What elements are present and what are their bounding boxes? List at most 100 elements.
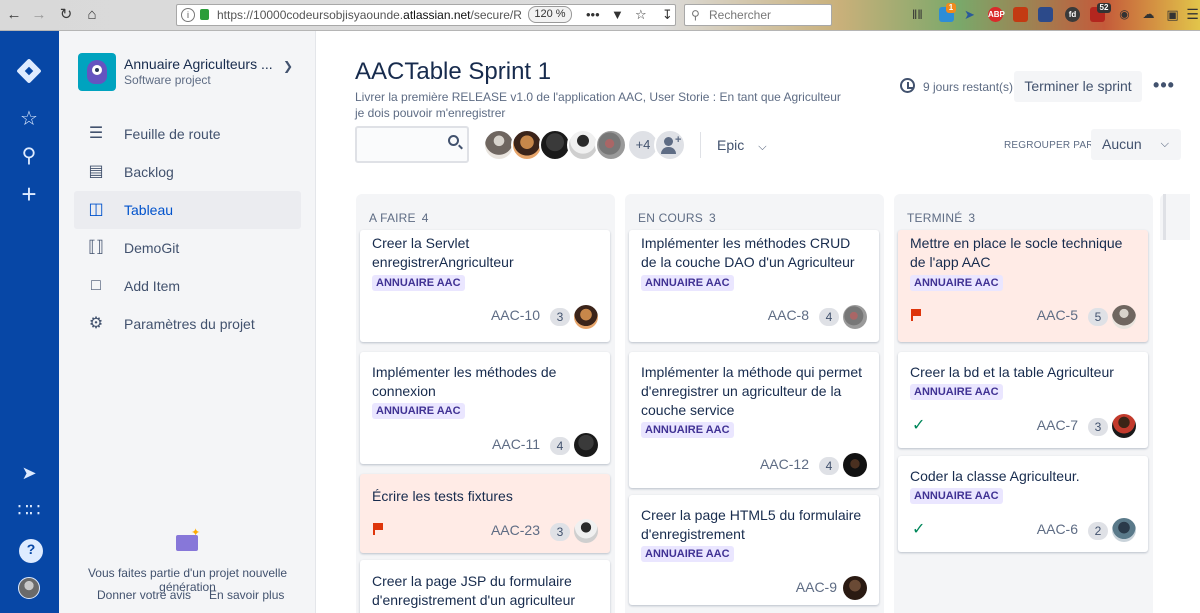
extension-icon[interactable] bbox=[1013, 7, 1028, 22]
board-column-in-progress: EN COURS 3 Implémenter les méthodes CRUD … bbox=[625, 194, 884, 613]
issue-card[interactable]: Écrire les tests fixtures AAC-23 3 bbox=[360, 474, 610, 553]
story-points-badge: 4 bbox=[819, 457, 839, 475]
issue-key[interactable]: AAC-7 bbox=[1037, 417, 1078, 433]
board-search-input[interactable] bbox=[355, 126, 469, 163]
epic-lozenge: ANNUAIRE AAC bbox=[641, 422, 734, 438]
add-item-icon: □ bbox=[91, 277, 101, 294]
extension-icon[interactable] bbox=[1038, 7, 1053, 22]
board-main: AACTable Sprint 1 Livrer la première REL… bbox=[316, 31, 1200, 613]
sidebar-item-backlog[interactable]: ▤ Backlog bbox=[74, 153, 301, 191]
story-points-badge: 4 bbox=[550, 437, 570, 455]
sidebar-item-board[interactable]: ◫ Tableau bbox=[74, 191, 301, 229]
next-column-stub bbox=[1160, 194, 1190, 240]
sidebar-item-roadmap[interactable]: ☰ Feuille de route bbox=[74, 115, 301, 153]
starred-icon[interactable]: ☆ bbox=[17, 107, 41, 131]
clock-icon bbox=[900, 78, 915, 93]
project-name: Annuaire Agriculteurs ... bbox=[124, 56, 273, 72]
epic-lozenge: ANNUAIRE AAC bbox=[910, 488, 1003, 504]
issue-key[interactable]: AAC-5 bbox=[1037, 307, 1078, 323]
sidebar-item-settings[interactable]: ⚙ Paramètres du projet bbox=[74, 305, 301, 343]
send-icon[interactable]: ➤ bbox=[962, 7, 977, 22]
browser-search-input[interactable]: ⚲ Rechercher bbox=[684, 4, 832, 26]
extension-icon[interactable]: ▣ bbox=[1165, 7, 1180, 22]
sidebar-item-add-item[interactable]: □ Add Item bbox=[74, 267, 301, 305]
browser-toolbar: ← → ↻ ⌂ i https://10000codeursobjisyaoun… bbox=[0, 0, 1200, 31]
issue-key[interactable]: AAC-11 bbox=[492, 436, 540, 452]
issue-key[interactable]: AAC-6 bbox=[1037, 521, 1078, 537]
zoom-indicator[interactable]: 120 % bbox=[528, 6, 572, 23]
issue-card[interactable]: Mettre en place le socle technique de l'… bbox=[898, 230, 1148, 342]
pocket-icon[interactable]: ▼ bbox=[611, 7, 624, 23]
issue-card[interactable]: Implémenter la méthode qui permet d'enre… bbox=[629, 352, 879, 488]
page-title: AACTable Sprint 1 bbox=[355, 58, 552, 85]
page-actions-icon[interactable]: ••• bbox=[586, 7, 600, 23]
issue-key[interactable]: AAC-23 bbox=[491, 522, 540, 538]
issue-card[interactable]: Coder la classe Agriculteur. ANNUAIRE AA… bbox=[898, 456, 1148, 552]
card-summary: Implémenter les méthodes CRUD de la couc… bbox=[641, 235, 855, 270]
issue-card[interactable]: Creer la bd et la table Agriculteur ANNU… bbox=[898, 352, 1148, 448]
extension-icon[interactable]: fd bbox=[1065, 7, 1080, 22]
sidebar-item-label: Add Item bbox=[124, 278, 181, 294]
download-icon[interactable]: ↧ bbox=[662, 7, 673, 23]
issue-key[interactable]: AAC-12 bbox=[760, 456, 809, 472]
issue-key[interactable]: AAC-8 bbox=[768, 307, 809, 323]
adblock-icon[interactable]: ABP bbox=[988, 7, 1005, 22]
issue-card[interactable]: Implémenter les méthodes de connexion AN… bbox=[360, 352, 610, 464]
sidebar-item-demogit[interactable]: ⟦⟧ DemoGit bbox=[74, 229, 301, 267]
sidebar-item-label: DemoGit bbox=[124, 240, 180, 256]
card-summary: Coder la classe Agriculteur. bbox=[910, 468, 1080, 484]
assignee-avatar bbox=[843, 453, 867, 477]
issue-card[interactable]: Implémenter les méthodes CRUD de la couc… bbox=[629, 230, 879, 342]
roadmap-icon: ☰ bbox=[88, 125, 104, 142]
url-bar[interactable]: i https://10000codeursobjisyaounde.atlas… bbox=[176, 4, 676, 26]
issue-card[interactable]: Creer la Servlet enregistrerAngriculteur… bbox=[360, 230, 610, 342]
feedback-link[interactable]: Donner votre avis bbox=[97, 588, 191, 602]
group-by-label: REGROUPER PAR bbox=[1004, 140, 1094, 151]
more-actions-button[interactable]: ••• bbox=[1152, 71, 1176, 102]
extension-icon[interactable]: ☁ bbox=[1141, 7, 1156, 22]
issue-card[interactable]: Creer la page JSP du formulaire d'enregi… bbox=[360, 560, 610, 613]
learn-more-link[interactable]: En savoir plus bbox=[209, 588, 284, 602]
bookmark-star-icon[interactable]: ☆ bbox=[635, 7, 647, 23]
extension-badge: 1 bbox=[946, 3, 956, 13]
card-summary: Implémenter les méthodes de connexion bbox=[372, 364, 557, 399]
issue-card[interactable]: Creer la page HTML5 du formulaire d'enre… bbox=[629, 495, 879, 605]
project-header[interactable]: Annuaire Agriculteurs ... Software proje… bbox=[78, 53, 298, 93]
flag-icon bbox=[910, 309, 922, 321]
whats-new-icon[interactable]: ➤ bbox=[17, 461, 41, 485]
story-points-badge: 4 bbox=[819, 308, 839, 326]
create-icon[interactable]: + bbox=[17, 181, 41, 207]
issue-key[interactable]: AAC-10 bbox=[491, 307, 540, 323]
days-remaining: 9 jours restant(s) bbox=[923, 80, 1014, 94]
card-summary: Creer la page JSP du formulaire d'enregi… bbox=[372, 573, 576, 608]
next-gen-icon bbox=[176, 526, 200, 551]
library-icon[interactable]: ‖‖ bbox=[912, 7, 923, 23]
epic-lozenge: ANNUAIRE AAC bbox=[910, 384, 1003, 400]
project-sidebar: Annuaire Agriculteurs ... Software proje… bbox=[59, 31, 316, 613]
avatar[interactable] bbox=[595, 129, 627, 161]
info-icon[interactable]: i bbox=[181, 8, 195, 22]
user-avatar[interactable] bbox=[18, 577, 40, 599]
menu-icon[interactable]: ☰ bbox=[1185, 7, 1200, 22]
epic-lozenge: ANNUAIRE AAC bbox=[372, 275, 465, 291]
forward-arrow-icon[interactable]: → bbox=[29, 5, 49, 25]
epic-filter[interactable]: Epic ⌵ bbox=[709, 131, 775, 159]
issue-key[interactable]: AAC-9 bbox=[796, 579, 837, 595]
help-icon[interactable]: ? bbox=[19, 539, 43, 563]
reload-icon[interactable]: ↻ bbox=[56, 5, 76, 25]
card-summary: Mettre en place le socle technique de l'… bbox=[910, 235, 1123, 270]
chevron-down-icon[interactable]: ❯ bbox=[283, 59, 293, 73]
add-people-icon[interactable]: + bbox=[654, 129, 686, 161]
home-icon[interactable]: ⌂ bbox=[82, 5, 102, 25]
global-navigation: ☆ ⚲ + ➤ ∷∷ ? bbox=[0, 31, 59, 613]
eye-icon[interactable]: ◉ bbox=[1117, 7, 1132, 22]
group-by-select[interactable]: Aucun ⌵ bbox=[1091, 129, 1181, 160]
complete-sprint-button[interactable]: Terminer le sprint bbox=[1014, 71, 1142, 102]
app-switcher-icon[interactable]: ∷∷ bbox=[17, 498, 41, 522]
search-icon[interactable]: ⚲ bbox=[17, 144, 41, 168]
back-arrow-icon[interactable]: ← bbox=[4, 5, 24, 25]
epic-lozenge: ANNUAIRE AAC bbox=[910, 275, 1003, 291]
jira-logo-icon[interactable] bbox=[16, 58, 42, 84]
card-summary: Creer la page HTML5 du formulaire d'enre… bbox=[641, 507, 862, 542]
chevron-down-icon: ⌵ bbox=[1160, 138, 1169, 150]
